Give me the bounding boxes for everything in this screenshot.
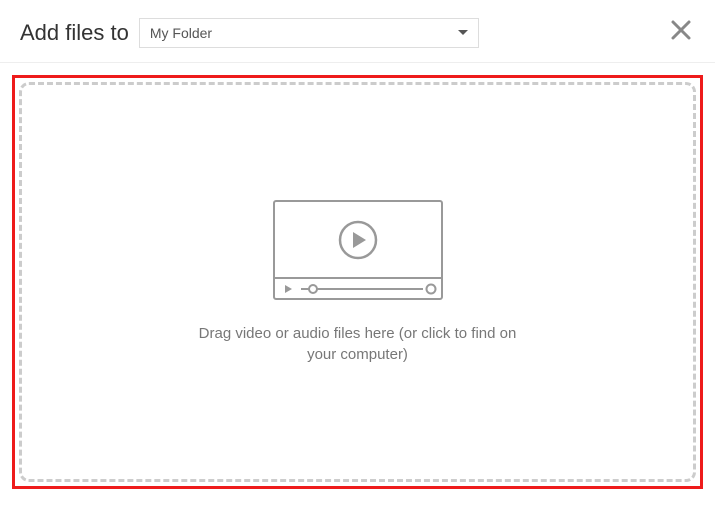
dropzone-instruction: Drag video or audio files here (or click… — [188, 323, 528, 365]
highlight-annotation: Drag video or audio files here (or click… — [12, 75, 703, 489]
content-area: Drag video or audio files here (or click… — [0, 63, 715, 501]
media-player-icon — [273, 200, 443, 305]
folder-select-dropdown[interactable]: My Folder — [139, 18, 479, 48]
page-title: Add files to — [20, 20, 129, 46]
chevron-down-icon — [458, 30, 468, 36]
folder-select-value: My Folder — [150, 25, 212, 41]
dialog-header: Add files to My Folder — [0, 0, 715, 63]
close-icon — [670, 19, 692, 46]
close-button[interactable] — [667, 18, 695, 46]
file-dropzone[interactable]: Drag video or audio files here (or click… — [19, 82, 696, 482]
